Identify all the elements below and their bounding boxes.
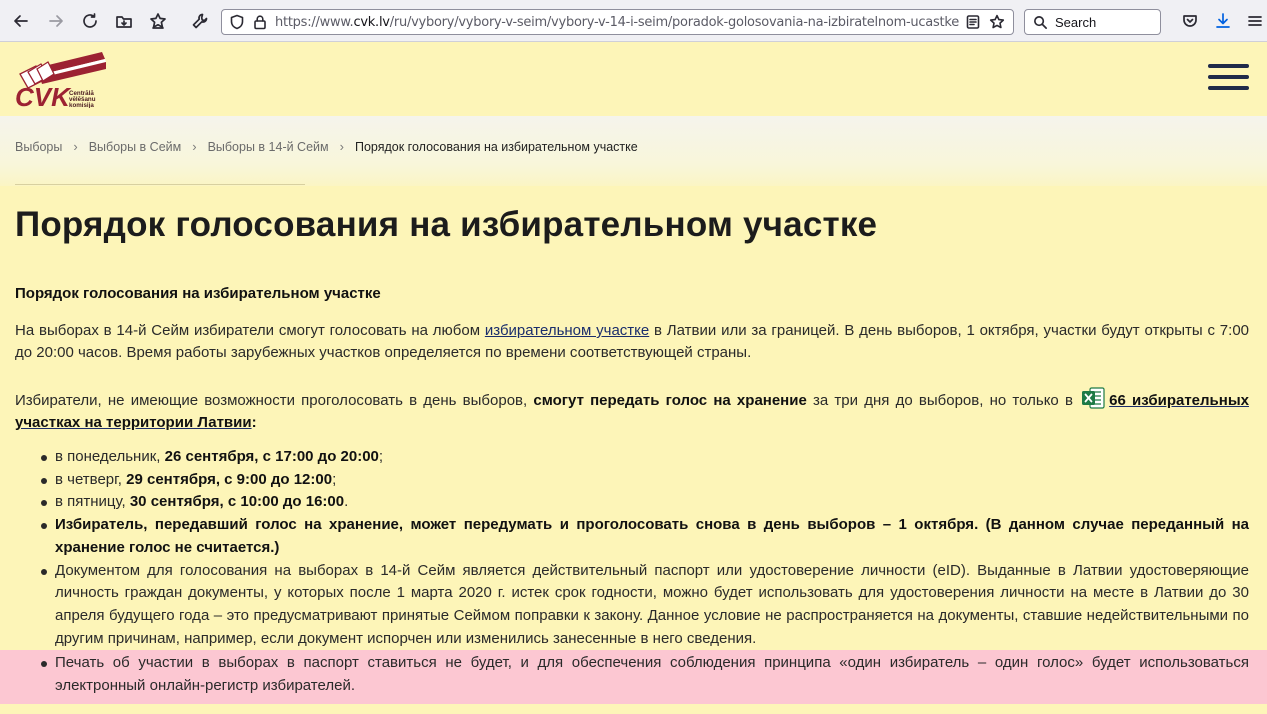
wrench-icon[interactable] bbox=[187, 8, 213, 34]
folder-icon[interactable] bbox=[111, 8, 137, 34]
lock-icon[interactable] bbox=[252, 14, 268, 30]
breadcrumb-item-elections[interactable]: Выборы bbox=[15, 140, 62, 154]
download-icon[interactable] bbox=[1210, 8, 1236, 34]
logo-text: CVK bbox=[15, 82, 72, 108]
highlighted-notice: Печать об участии в выборах в паспорт ст… bbox=[0, 650, 1267, 704]
address-bar[interactable]: https://www.cvk.lv/ru/vybory/vybory-v-se… bbox=[221, 9, 1014, 35]
logo-subtext-3: komisija bbox=[69, 102, 94, 108]
cvk-logo[interactable]: CVK Centrālā vēlēšanu komisija bbox=[14, 50, 106, 112]
breadcrumb-item-14th-saeima[interactable]: Выборы в 14-й Сейм bbox=[208, 140, 329, 154]
breadcrumb-divider bbox=[15, 184, 305, 185]
list-item-documents: Документом для голосования на выборах в … bbox=[15, 560, 1249, 651]
forward-icon[interactable] bbox=[43, 8, 69, 34]
bookmark-star-icon[interactable] bbox=[145, 8, 171, 34]
reload-icon[interactable] bbox=[77, 8, 103, 34]
list-item: в четверг, 29 сентября, с 9:00 до 12:00; bbox=[15, 469, 1249, 492]
section-subtitle: Порядок голосования на избирательном уча… bbox=[15, 285, 381, 302]
excel-file-icon[interactable] bbox=[1081, 386, 1105, 410]
list-item: в понедельник, 26 сентября, с 17:00 до 2… bbox=[15, 446, 1249, 469]
app-menu-icon[interactable] bbox=[1242, 8, 1267, 34]
chevron-right-icon: › bbox=[339, 139, 344, 154]
search-placeholder: Search bbox=[1055, 14, 1097, 30]
page-title: Порядок голосования на избирательном уча… bbox=[15, 205, 878, 244]
breadcrumb: Выборы › Выборы в Сейм › Выборы в 14-й С… bbox=[15, 139, 638, 154]
reader-view-icon[interactable] bbox=[965, 14, 981, 30]
pocket-icon[interactable] bbox=[1177, 8, 1203, 34]
star-icon[interactable] bbox=[989, 14, 1005, 30]
url-text[interactable]: https://www.cvk.lv/ru/vybory/vybory-v-se… bbox=[275, 15, 965, 30]
breadcrumb-item-saeima-elections[interactable]: Выборы в Сейм bbox=[89, 140, 182, 154]
browser-toolbar: https://www.cvk.lv/ru/vybory/vybory-v-se… bbox=[0, 0, 1267, 42]
list-item: в пятницу, 30 сентября, с 10:00 до 16:00… bbox=[15, 491, 1249, 514]
search-icon bbox=[1034, 15, 1047, 29]
hamburger-menu-icon[interactable] bbox=[1208, 64, 1250, 94]
intro-paragraph: На выборах в 14-й Сейм избиратели смогут… bbox=[15, 322, 1250, 361]
breadcrumb-current: Порядок голосования на избирательном уча… bbox=[354, 139, 638, 154]
chevron-right-icon: › bbox=[192, 139, 197, 154]
shield-icon[interactable] bbox=[229, 14, 245, 30]
advance-vote-paragraph: Избиратели, не имеющие возможности прого… bbox=[15, 386, 1249, 434]
breadcrumb-band: Выборы › Выборы в Сейм › Выборы в 14-й С… bbox=[0, 116, 1267, 186]
list-item-stamp: Печать об участии в выборах в паспорт ст… bbox=[15, 652, 1249, 697]
search-box[interactable]: Search bbox=[1024, 9, 1161, 35]
list-item-notice: Избиратель, передавший голос на хранение… bbox=[15, 514, 1249, 559]
chevron-right-icon: › bbox=[73, 139, 78, 154]
polling-station-link[interactable]: избирательном участке bbox=[485, 322, 649, 339]
site-header: CVK Centrālā vēlēšanu komisija bbox=[0, 42, 1267, 116]
back-icon[interactable] bbox=[8, 8, 34, 34]
info-list: в понедельник, 26 сентября, с 17:00 до 2… bbox=[15, 446, 1249, 650]
